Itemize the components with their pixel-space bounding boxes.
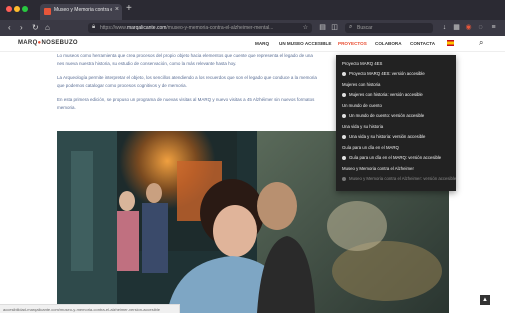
site-logo[interactable]: MARQ●NOSEBUZO: [18, 40, 78, 46]
extension-red-icon[interactable]: ◉: [464, 23, 473, 32]
url-text: https://www.marqalicante.com/museo-y-mem…: [100, 25, 274, 31]
bookmark-star-icon[interactable]: ☆: [303, 24, 308, 31]
dropdown-item-proyecto-marq[interactable]: Proyecto MARQ 4ES: [342, 61, 382, 66]
menu-item-colabora[interactable]: COLABORA: [375, 41, 402, 46]
back-button[interactable]: ‹: [8, 22, 11, 34]
dropdown-item-cuento[interactable]: Un mundo de cuento: [342, 103, 382, 108]
status-url: accesibilidad-marqalicante.com/museo-y-m…: [3, 307, 160, 312]
site-search-icon[interactable]: ⌕: [479, 38, 483, 48]
navigation-bar: ‹ › ↻ ⌂ 🔒︎ https://www.marqalicante.com/…: [0, 20, 505, 36]
paragraph-line: que podemos catalogar como procesos cogn…: [57, 83, 187, 88]
dropdown-item-museo-memoria[interactable]: Museo y Memoria contra el Alzheimer: [342, 166, 414, 171]
menu-item-accesible[interactable]: UN MUSEO ACCESIBLE: [279, 41, 331, 46]
dropdown-item-guia[interactable]: Guía para un día en el MARQ: [342, 145, 399, 150]
tab-strip: Museo y Memoria contra el Alzhe... × +: [0, 0, 505, 20]
reload-button[interactable]: ↻: [32, 22, 39, 34]
library-icon[interactable]: ▤: [318, 23, 327, 32]
zoom-window-button[interactable]: [22, 6, 28, 12]
extensions-icon[interactable]: ▦: [452, 23, 461, 32]
home-button[interactable]: ⌂: [45, 22, 50, 34]
close-window-button[interactable]: [6, 6, 12, 12]
paragraph-line: memoria.: [57, 105, 76, 110]
lock-icon: 🔒︎: [92, 24, 96, 30]
paragraph-line: nes nueva nuestra historia, su estudio d…: [57, 61, 237, 66]
tab-close-icon[interactable]: ×: [115, 6, 119, 13]
dropdown-item-guia-accesible[interactable]: Guía para un día en el MARQ: versión acc…: [342, 155, 441, 160]
dropdown-item-vida[interactable]: Una vida y su historia: [342, 124, 383, 129]
dropdown-item-museo-memoria-accesible[interactable]: Museo y Memoria contra el Alzheimer: ver…: [342, 176, 456, 181]
browser-window: Museo y Memoria contra el Alzhe... × + ‹…: [0, 0, 505, 313]
menu-icon[interactable]: ≡: [489, 23, 498, 32]
minimize-window-button[interactable]: [14, 6, 20, 12]
paragraph-line: En esta primera edición, se propuso un p…: [57, 97, 315, 102]
forward-button[interactable]: ›: [20, 22, 23, 34]
accessibility-icon: [342, 71, 346, 76]
downloads-icon[interactable]: ↓: [440, 23, 449, 32]
dropdown-item-cuento-accesible[interactable]: Un mundo de cuento: versión accesible: [342, 113, 424, 118]
paragraph-line: Lo museos como herramienta que crea proc…: [57, 53, 313, 58]
search-bar[interactable]: ⌕ Buscar: [345, 23, 433, 33]
accessibility-icon: [342, 113, 346, 118]
accessibility-icon: [342, 134, 346, 139]
menu-item-contacta[interactable]: CONTACTA: [410, 41, 435, 46]
favicon-icon: [44, 8, 51, 15]
pocket-icon[interactable]: ◫: [330, 23, 339, 32]
url-bar[interactable]: 🔒︎ https://www.marqalicante.com/museo-y-…: [88, 23, 312, 33]
dropdown-item-vida-accesible[interactable]: Una vida y su historia: versión accesibl…: [342, 134, 425, 139]
dropdown-item-proyecto-marq-accesible[interactable]: Proyecto MARQ 4ES: versión accesible: [342, 71, 425, 76]
tab-active[interactable]: Museo y Memoria contra el Alzhe... ×: [40, 4, 122, 20]
status-bar: accesibilidad-marqalicante.com/museo-y-m…: [0, 304, 180, 313]
search-icon: ⌕: [349, 24, 353, 30]
language-flag-icon[interactable]: [447, 40, 454, 46]
site-header: MARQ●NOSEBUZO MARQ UN MUSEO ACCESIBLE PR…: [0, 36, 505, 52]
accessibility-icon: [342, 92, 346, 97]
tab-title: Museo y Memoria contra el Alzhe...: [54, 7, 112, 13]
paragraph-line: La Arqueología permite interpretar el ob…: [57, 75, 317, 80]
accessibility-icon: [342, 176, 346, 181]
search-placeholder: Buscar: [357, 25, 373, 31]
menu-item-marq[interactable]: MARQ: [255, 41, 269, 46]
proyectos-dropdown-menu: Proyecto MARQ 4ES Proyecto MARQ 4ES: ver…: [336, 55, 456, 191]
new-tab-button[interactable]: +: [126, 4, 132, 14]
back-to-top-button[interactable]: ▲: [480, 295, 490, 305]
menu-item-proyectos[interactable]: PROYECTOS: [338, 41, 367, 46]
account-icon[interactable]: ◌: [476, 23, 485, 32]
dropdown-item-mujeres[interactable]: Mujeres con historia: [342, 82, 380, 87]
accessibility-icon: [342, 155, 346, 160]
dropdown-item-mujeres-accesible[interactable]: Mujeres con historia: versión accesible: [342, 92, 423, 97]
